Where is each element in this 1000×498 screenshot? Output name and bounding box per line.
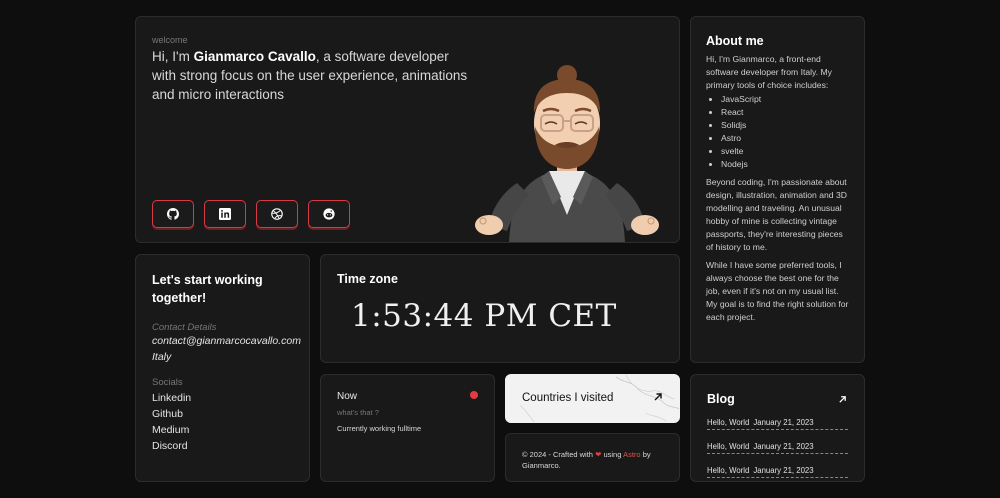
- social-buttons: [152, 200, 350, 228]
- about-paragraph-3: While I have some preferred tools, I alw…: [706, 260, 849, 322]
- social-link-medium[interactable]: Medium: [152, 422, 293, 438]
- github-button[interactable]: [152, 200, 194, 228]
- about-title: About me: [706, 34, 764, 48]
- memoji-avatar: [475, 65, 659, 242]
- dribbble-button[interactable]: [256, 200, 298, 228]
- contact-email[interactable]: contact@gianmarcocavallo.com: [152, 333, 301, 349]
- contact-location: Italy: [152, 351, 172, 363]
- blog-post-item[interactable]: Hello, World January 21, 2023: [707, 438, 848, 454]
- now-question[interactable]: what's that ?: [337, 408, 478, 417]
- contact-card: Let's start working together! Contact De…: [135, 254, 310, 482]
- intro-text: Hi, I'm Gianmarco Cavallo, a software de…: [152, 49, 468, 102]
- author-name: Gianmarco Cavallo: [193, 49, 316, 64]
- blog-card: Blog Hello, World January 21, 2023 Hello,…: [690, 374, 865, 482]
- heart-icon: ❤: [595, 450, 602, 459]
- timezone-card: Time zone 1:53:44 PM CET: [320, 254, 680, 363]
- list-item: JavaScript: [721, 93, 849, 106]
- arrow-up-right-icon[interactable]: [838, 395, 847, 404]
- reddit-icon: [323, 208, 335, 220]
- blog-post-item[interactable]: Hello, World January 21, 2023: [707, 462, 848, 478]
- blog-post-item[interactable]: Hello, World January 21, 2023: [707, 414, 848, 430]
- dribbble-icon: [271, 208, 283, 220]
- countries-title: Countries I visited: [522, 392, 614, 404]
- about-paragraph-2: Beyond coding, I'm passionate about desi…: [706, 177, 847, 252]
- github-icon: [167, 208, 179, 220]
- contact-details-label: Contact Details: [152, 322, 217, 333]
- arrow-up-right-icon: [654, 393, 662, 401]
- reddit-button[interactable]: [308, 200, 350, 228]
- about-intro: Hi, I'm Gianmarco, a front-end software …: [706, 54, 832, 90]
- welcome-label: welcome: [152, 35, 188, 45]
- timezone-title: Time zone: [337, 272, 398, 286]
- about-card: About me Hi, I'm Gianmarco, a front-end …: [690, 16, 865, 363]
- list-item: Nodejs: [721, 158, 849, 171]
- hero-card: welcome Hi, I'm Gianmarco Cavallo, a sof…: [135, 16, 680, 243]
- list-item: Astro: [721, 132, 849, 145]
- now-status: Currently working fulltime: [337, 424, 422, 433]
- social-link-discord[interactable]: Discord: [152, 438, 293, 454]
- list-item: React: [721, 106, 849, 119]
- contact-title: Let's start working together!: [152, 273, 263, 305]
- list-item: Solidjs: [721, 119, 849, 132]
- tools-list: JavaScript React Solidjs Astro svelte No…: [721, 93, 849, 171]
- linkedin-button[interactable]: [204, 200, 246, 228]
- now-card: Now what's that ? Currently working full…: [320, 374, 495, 482]
- astro-link[interactable]: Astro: [623, 450, 641, 459]
- socials-label: Socials: [152, 377, 183, 388]
- countries-card[interactable]: Countries I visited: [505, 374, 680, 423]
- social-link-linkedin[interactable]: Linkedin: [152, 390, 293, 406]
- now-title: Now: [337, 391, 358, 402]
- list-item: svelte: [721, 145, 849, 158]
- footer-card: © 2024 - Crafted with ❤ using Astro by G…: [505, 433, 680, 482]
- linkedin-icon: [219, 208, 231, 220]
- clock-display: 1:53:44 PM CET: [351, 298, 617, 334]
- social-link-github[interactable]: Github: [152, 406, 293, 422]
- status-dot-icon: [470, 391, 478, 399]
- blog-title: Blog: [707, 392, 735, 406]
